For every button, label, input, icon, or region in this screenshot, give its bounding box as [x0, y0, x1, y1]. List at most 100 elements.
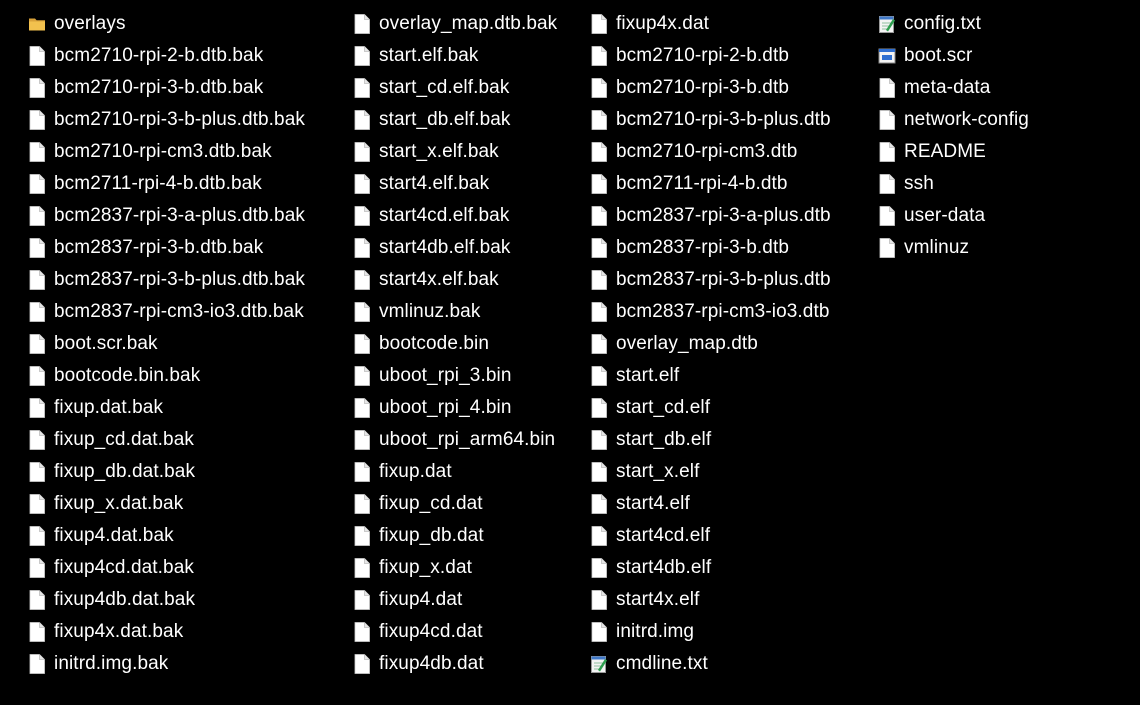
file-item-fixup-db-dat-bak[interactable]: fixup_db.dat.bak: [28, 456, 305, 488]
file-item-fixup-cd-dat-bak[interactable]: fixup_cd.dat.bak: [28, 424, 305, 456]
file-item-ssh[interactable]: ssh: [878, 168, 1029, 200]
file-item-readme[interactable]: README: [878, 136, 1029, 168]
file-name-label: overlay_map.dtb.bak: [379, 13, 558, 34]
file-item-meta-data[interactable]: meta-data: [878, 72, 1029, 104]
file-item-start4db-elf[interactable]: start4db.elf: [590, 552, 831, 584]
file-item-bootcode-bin-bak[interactable]: bootcode.bin.bak: [28, 360, 305, 392]
file-item-start-cd-elf-bak[interactable]: start_cd.elf.bak: [353, 72, 557, 104]
file-name-label: start.elf.bak: [379, 45, 479, 66]
file-item-start4x-elf-bak[interactable]: start4x.elf.bak: [353, 264, 557, 296]
file-name-label: start4db.elf: [616, 557, 712, 578]
file-icon: [878, 173, 896, 195]
file-item-bcm2711-rpi-4-b-dtb-bak[interactable]: bcm2711-rpi-4-b.dtb.bak: [28, 168, 305, 200]
file-item-start4cd-elf[interactable]: start4cd.elf: [590, 520, 831, 552]
file-name-label: fixup.dat: [379, 461, 452, 482]
file-item-start-elf-bak[interactable]: start.elf.bak: [353, 40, 557, 72]
file-item-start-x-elf[interactable]: start_x.elf: [590, 456, 831, 488]
file-item-vmlinuz[interactable]: vmlinuz: [878, 232, 1029, 264]
file-icon: [353, 13, 371, 35]
file-item-fixup-cd-dat[interactable]: fixup_cd.dat: [353, 488, 557, 520]
folder-item-overlays[interactable]: overlays: [28, 8, 305, 40]
file-name-label: bcm2837-rpi-3-b.dtb.bak: [54, 237, 264, 258]
file-item-initrd-img-bak[interactable]: initrd.img.bak: [28, 648, 305, 680]
file-item-bcm2837-rpi-cm3-io3-dtb-bak[interactable]: bcm2837-rpi-cm3-io3.dtb.bak: [28, 296, 305, 328]
file-item-bcm2710-rpi-3-b-plus-dtb[interactable]: bcm2710-rpi-3-b-plus.dtb: [590, 104, 831, 136]
file-icon: [590, 301, 608, 323]
file-item-fixup4x-dat-bak[interactable]: fixup4x.dat.bak: [28, 616, 305, 648]
file-item-bcm2837-rpi-3-b-dtb-bak[interactable]: bcm2837-rpi-3-b.dtb.bak: [28, 232, 305, 264]
file-item-boot-scr[interactable]: boot.scr: [878, 40, 1029, 72]
file-item-fixup-x-dat-bak[interactable]: fixup_x.dat.bak: [28, 488, 305, 520]
file-name-label: fixup4x.dat: [616, 13, 709, 34]
file-name-label: fixup4db.dat: [379, 653, 484, 674]
file-item-bcm2711-rpi-4-b-dtb[interactable]: bcm2711-rpi-4-b.dtb: [590, 168, 831, 200]
file-item-start4db-elf-bak[interactable]: start4db.elf.bak: [353, 232, 557, 264]
file-item-bcm2837-rpi-3-b-dtb[interactable]: bcm2837-rpi-3-b.dtb: [590, 232, 831, 264]
file-name-label: vmlinuz.bak: [379, 301, 481, 322]
file-name-label: uboot_rpi_4.bin: [379, 397, 512, 418]
file-item-fixup4db-dat-bak[interactable]: fixup4db.dat.bak: [28, 584, 305, 616]
file-item-initrd-img[interactable]: initrd.img: [590, 616, 831, 648]
notepad-icon: [590, 653, 608, 675]
file-item-vmlinuz-bak[interactable]: vmlinuz.bak: [353, 296, 557, 328]
file-item-bcm2710-rpi-cm3-dtb-bak[interactable]: bcm2710-rpi-cm3.dtb.bak: [28, 136, 305, 168]
file-item-bcm2710-rpi-3-b-dtb-bak[interactable]: bcm2710-rpi-3-b.dtb.bak: [28, 72, 305, 104]
file-item-bcm2837-rpi-3-a-plus-dtb[interactable]: bcm2837-rpi-3-a-plus.dtb: [590, 200, 831, 232]
file-icon: [353, 45, 371, 67]
file-item-boot-scr-bak[interactable]: boot.scr.bak: [28, 328, 305, 360]
file-item-bcm2837-rpi-3-b-plus-dtb-bak[interactable]: bcm2837-rpi-3-b-plus.dtb.bak: [28, 264, 305, 296]
file-item-fixup4cd-dat[interactable]: fixup4cd.dat: [353, 616, 557, 648]
file-name-label: vmlinuz: [904, 237, 970, 258]
file-icon: [28, 557, 46, 579]
file-item-network-config[interactable]: network-config: [878, 104, 1029, 136]
file-item-config-txt[interactable]: config.txt: [878, 8, 1029, 40]
file-item-fixup4-dat[interactable]: fixup4.dat: [353, 584, 557, 616]
file-item-start4cd-elf-bak[interactable]: start4cd.elf.bak: [353, 200, 557, 232]
file-item-overlay-map-dtb[interactable]: overlay_map.dtb: [590, 328, 831, 360]
file-item-start4x-elf[interactable]: start4x.elf: [590, 584, 831, 616]
file-item-bcm2710-rpi-cm3-dtb[interactable]: bcm2710-rpi-cm3.dtb: [590, 136, 831, 168]
file-item-fixup4cd-dat-bak[interactable]: fixup4cd.dat.bak: [28, 552, 305, 584]
file-name-label: start_cd.elf: [616, 397, 711, 418]
file-name-label: bootcode.bin: [379, 333, 490, 354]
file-item-start-elf[interactable]: start.elf: [590, 360, 831, 392]
file-item-bcm2837-rpi-3-b-plus-dtb[interactable]: bcm2837-rpi-3-b-plus.dtb: [590, 264, 831, 296]
file-item-start-cd-elf[interactable]: start_cd.elf: [590, 392, 831, 424]
file-name-label: bcm2837-rpi-cm3-io3.dtb: [616, 301, 830, 322]
file-icon: [28, 173, 46, 195]
file-name-label: start4x.elf.bak: [379, 269, 499, 290]
file-item-fixup4db-dat[interactable]: fixup4db.dat: [353, 648, 557, 680]
file-item-bootcode-bin[interactable]: bootcode.bin: [353, 328, 557, 360]
file-item-uboot-rpi-arm64-bin[interactable]: uboot_rpi_arm64.bin: [353, 424, 557, 456]
file-item-overlay-map-dtb-bak[interactable]: overlay_map.dtb.bak: [353, 8, 557, 40]
file-item-bcm2710-rpi-3-b-plus-dtb-bak[interactable]: bcm2710-rpi-3-b-plus.dtb.bak: [28, 104, 305, 136]
file-name-label: bcm2711-rpi-4-b.dtb: [616, 173, 788, 194]
file-item-bcm2837-rpi-3-a-plus-dtb-bak[interactable]: bcm2837-rpi-3-a-plus.dtb.bak: [28, 200, 305, 232]
file-item-start-db-elf[interactable]: start_db.elf: [590, 424, 831, 456]
file-name-label: fixup4x.dat.bak: [54, 621, 184, 642]
file-item-bcm2710-rpi-3-b-dtb[interactable]: bcm2710-rpi-3-b.dtb: [590, 72, 831, 104]
file-item-start4-elf-bak[interactable]: start4.elf.bak: [353, 168, 557, 200]
file-item-uboot-rpi-3-bin[interactable]: uboot_rpi_3.bin: [353, 360, 557, 392]
folder-icon: [28, 13, 46, 35]
file-icon: [353, 429, 371, 451]
file-item-start-x-elf-bak[interactable]: start_x.elf.bak: [353, 136, 557, 168]
file-item-bcm2710-rpi-2-b-dtb[interactable]: bcm2710-rpi-2-b.dtb: [590, 40, 831, 72]
file-item-start-db-elf-bak[interactable]: start_db.elf.bak: [353, 104, 557, 136]
file-item-bcm2710-rpi-2-b-dtb-bak[interactable]: bcm2710-rpi-2-b.dtb.bak: [28, 40, 305, 72]
file-item-fixup-dat[interactable]: fixup.dat: [353, 456, 557, 488]
file-item-uboot-rpi-4-bin[interactable]: uboot_rpi_4.bin: [353, 392, 557, 424]
file-item-fixup-db-dat[interactable]: fixup_db.dat: [353, 520, 557, 552]
file-item-user-data[interactable]: user-data: [878, 200, 1029, 232]
file-item-fixup4x-dat[interactable]: fixup4x.dat: [590, 8, 831, 40]
file-icon: [28, 653, 46, 675]
file-item-fixup-x-dat[interactable]: fixup_x.dat: [353, 552, 557, 584]
file-name-label: start.elf: [616, 365, 680, 386]
file-item-cmdline-txt[interactable]: cmdline.txt: [590, 648, 831, 680]
file-name-label: bcm2837-rpi-3-a-plus.dtb: [616, 205, 831, 226]
file-item-start4-elf[interactable]: start4.elf: [590, 488, 831, 520]
file-item-fixup4-dat-bak[interactable]: fixup4.dat.bak: [28, 520, 305, 552]
file-name-label: fixup_x.dat.bak: [54, 493, 184, 514]
file-item-fixup-dat-bak[interactable]: fixup.dat.bak: [28, 392, 305, 424]
file-item-bcm2837-rpi-cm3-io3-dtb[interactable]: bcm2837-rpi-cm3-io3.dtb: [590, 296, 831, 328]
